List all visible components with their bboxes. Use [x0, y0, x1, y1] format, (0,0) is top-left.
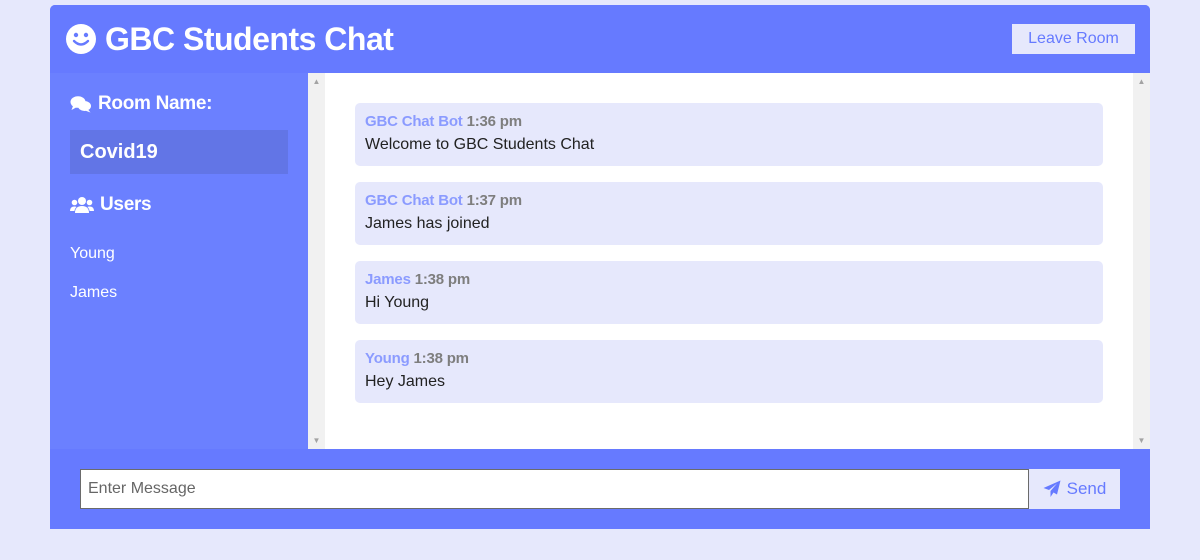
sidebar: Room Name: Covid19 Users Young James: [50, 73, 308, 449]
users-heading-label: Users: [100, 194, 152, 215]
room-name: Covid19: [70, 130, 288, 174]
message-text: Hi Young: [365, 294, 430, 311]
room-heading-label: Room Name:: [98, 93, 213, 114]
message-text: Hey James: [365, 373, 446, 390]
message-meta: Young 1:38 pm: [365, 350, 1093, 367]
comments-icon: [70, 96, 91, 113]
users-heading: Users: [70, 194, 288, 216]
leave-room-button[interactable]: Leave Room: [1012, 24, 1135, 54]
message-text: Welcome to GBC Students Chat: [365, 136, 595, 153]
user-item: Young: [70, 245, 115, 262]
message-time: 1:38 pm: [414, 271, 470, 288]
paper-plane-icon: [1043, 480, 1061, 497]
users-icon: [70, 197, 94, 213]
message-time: 1:37 pm: [466, 192, 522, 209]
send-label: Send: [1066, 479, 1107, 498]
scroll-down-arrow-right[interactable]: ▼: [1133, 436, 1150, 445]
smile-icon: [65, 23, 97, 55]
message: Young 1:38 pm Hey James: [355, 340, 1103, 403]
chat-main: Room Name: Covid19 Users Young James ▲ ▼…: [50, 73, 1150, 449]
message-author: Young: [365, 350, 410, 367]
message: James 1:38 pm Hi Young: [355, 261, 1103, 324]
message-author: GBC Chat Bot: [365, 113, 463, 130]
app-title-text: GBC Students Chat: [105, 20, 394, 57]
message: GBC Chat Bot 1:37 pm James has joined: [355, 182, 1103, 245]
send-button[interactable]: Send: [1029, 469, 1120, 509]
message-meta: GBC Chat Bot 1:37 pm: [365, 192, 1093, 209]
message-time: 1:38 pm: [413, 350, 469, 367]
message: GBC Chat Bot 1:36 pm Welcome to GBC Stud…: [355, 103, 1103, 166]
message-author: James: [365, 271, 411, 288]
chat-header: GBC Students Chat Leave Room: [50, 5, 1150, 73]
user-item: James: [70, 284, 118, 301]
scroll-up-arrow[interactable]: ▲: [308, 77, 325, 86]
app-title: GBC Students Chat: [65, 20, 394, 58]
message-meta: James 1:38 pm: [365, 271, 1093, 288]
message-input[interactable]: [80, 469, 1029, 509]
chat-messages[interactable]: ▲ ▼ ▲ ▼ GBC Chat Bot 1:36 pm Welcome to …: [308, 73, 1150, 449]
user-list: Young James: [70, 234, 288, 312]
message-text: James has joined: [365, 215, 490, 232]
message-author: GBC Chat Bot: [365, 192, 463, 209]
message-meta: GBC Chat Bot 1:36 pm: [365, 113, 1093, 130]
scroll-up-arrow-right[interactable]: ▲: [1133, 77, 1150, 86]
scroll-down-arrow[interactable]: ▼: [308, 436, 325, 445]
chat-container: GBC Students Chat Leave Room Room Name: …: [50, 5, 1150, 529]
chat-form: Send: [50, 449, 1150, 529]
room-heading: Room Name:: [70, 93, 288, 115]
message-time: 1:36 pm: [466, 113, 522, 130]
